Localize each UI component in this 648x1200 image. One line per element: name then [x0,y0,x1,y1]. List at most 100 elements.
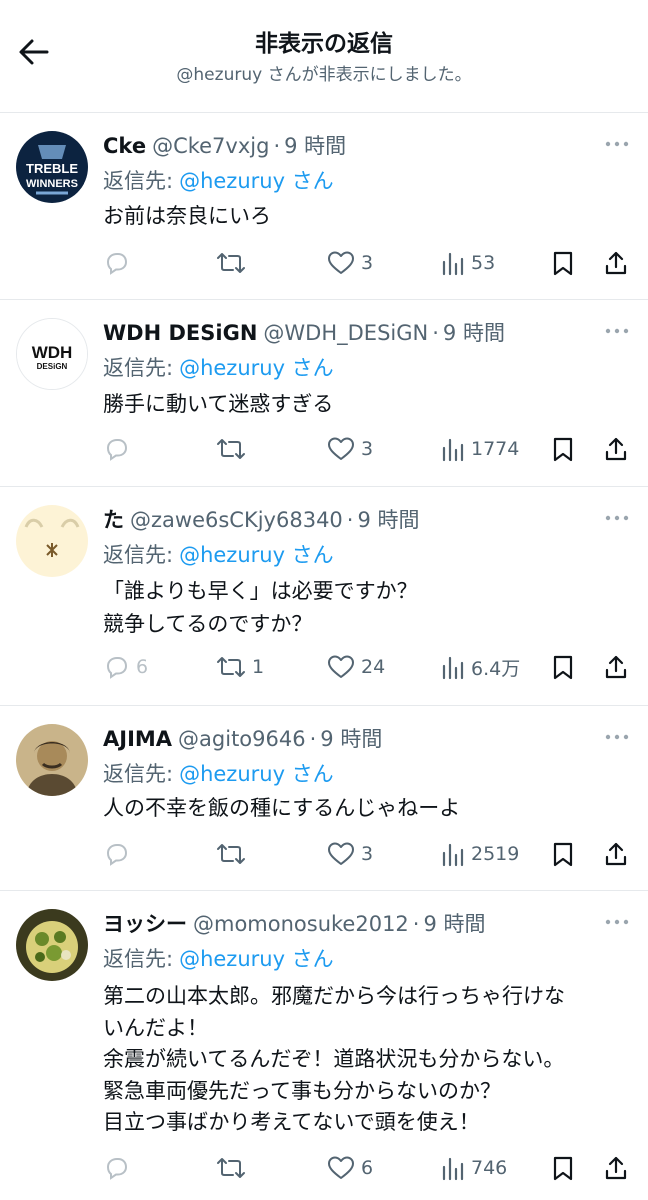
tweet[interactable]: た @zawe6sCKjy68340 · 9 時間 返信先: @hezuruy さん 「… [0,487,648,706]
views-chart-icon [442,656,464,680]
retweet-button[interactable] [216,839,252,869]
tweet-text-line: 競争してるのですか？ [103,612,313,636]
reply-to-label: 返信先: [103,947,174,971]
bookmark-button[interactable] [552,434,574,464]
retweet-icon [217,253,245,273]
tweet[interactable]: AJIMA @agito9646 · 9 時間 返信先: @hezuruy さん 人の不… [0,706,648,891]
bookmark-button[interactable] [552,652,574,682]
reply-to-mention[interactable]: @hezuruy さん [179,169,334,193]
more-options-icon[interactable] [604,139,630,149]
retweet-icon [217,1158,245,1178]
views-chart-icon [442,252,464,276]
timestamp[interactable]: 9 時間 [443,321,505,345]
views-button[interactable]: 6.4万 [441,652,520,682]
share-button[interactable] [604,434,628,464]
reply-icon [106,657,128,679]
tweet-header: Cke @Cke7vxjg · 9 時間 [103,130,346,160]
bookmark-icon [553,1156,573,1181]
share-button[interactable] [604,248,628,278]
reply-to-mention[interactable]: @hezuruy さん [179,356,334,380]
reply-button[interactable] [104,1153,136,1183]
separator-dot: · [432,321,439,345]
view-count: 53 [471,252,496,274]
avatar[interactable] [16,724,88,796]
separator-dot: · [309,727,317,751]
page-subtitle: @hezuruy さんが非表示にしました。 [176,65,472,85]
tweet-actions: 3 53 [0,248,648,278]
reply-icon [106,253,128,275]
handle[interactable]: @agito9646 [178,727,306,751]
bookmark-button[interactable] [552,248,574,278]
tweet[interactable]: ヨッシー @momonosuke2012 · 9 時間 返信先: @hezuruy さん… [0,891,648,1200]
reply-button[interactable] [104,839,136,869]
more-options-icon[interactable] [604,917,630,927]
reply-to-mention[interactable]: @hezuruy さん [179,543,334,567]
reply-button[interactable] [104,434,136,464]
bookmark-icon [553,655,573,680]
reply-to-label: 返信先: [103,356,174,380]
tweet-header: AJIMA @agito9646 · 9 時間 [103,723,382,753]
more-options-icon[interactable] [604,732,630,742]
like-button[interactable]: 3 [327,839,373,869]
handle[interactable]: @WDH_DESiGN [263,321,428,345]
retweet-icon [217,657,245,677]
heart-icon [328,437,354,460]
tweet[interactable]: WDH DESiGN WDH DESiGN @WDH_DESiGN · 9 時間 返信… [0,300,648,487]
reply-button[interactable] [104,248,136,278]
views-button[interactable]: 2519 [441,839,519,869]
timestamp[interactable]: 9 時間 [423,912,485,936]
reply-button[interactable]: 6 [104,652,148,682]
retweet-button[interactable] [216,1153,252,1183]
reply-to-mention[interactable]: @hezuruy さん [179,762,334,786]
avatar-text-2: WINNERS [26,178,78,190]
tweet[interactable]: TREBLE WINNERS Cke @Cke7vxjg · 9 時間 返信先: @he… [0,113,648,300]
more-options-icon[interactable] [604,513,630,523]
display-name[interactable]: AJIMA [103,727,172,751]
timestamp[interactable]: 9 時間 [357,508,419,532]
timestamp[interactable]: 9 時間 [284,134,346,158]
reply-icon [106,844,128,866]
share-button[interactable] [604,839,628,869]
handle[interactable]: @Cke7vxjg [152,134,269,158]
retweet-button[interactable] [216,434,252,464]
retweet-button[interactable]: 1 [216,652,264,682]
share-icon [605,842,627,866]
display-name[interactable]: た [103,508,124,532]
reply-icon [106,1158,128,1180]
bookmark-button[interactable] [552,1153,574,1183]
avatar[interactable]: TREBLE WINNERS [16,131,88,203]
like-button[interactable]: 3 [327,248,373,278]
avatar[interactable] [16,505,88,577]
retweet-icon [217,844,245,864]
display-name[interactable]: Cke [103,134,146,158]
tweet-text-line: 「誰よりも早く」は必要ですか？ [103,579,418,603]
display-name[interactable]: WDH DESiGN [103,321,257,345]
avatar[interactable]: WDH DESiGN [16,318,88,390]
view-count: 6.4万 [471,657,521,680]
share-icon [605,1156,627,1180]
display-name[interactable]: ヨッシー [103,912,187,936]
timestamp[interactable]: 9 時間 [320,727,382,751]
retweet-button[interactable] [216,248,252,278]
tweet-actions: 3 2519 [0,839,648,869]
views-button[interactable]: 1774 [441,434,519,464]
views-button[interactable]: 53 [441,248,495,278]
header: 非表示の返信 @hezuruy さんが非表示にしました。 [0,0,648,113]
bookmark-button[interactable] [552,839,574,869]
share-button[interactable] [604,1153,628,1183]
avatar[interactable] [16,909,88,981]
like-button[interactable]: 24 [327,652,385,682]
tweet-text-line: いんだよ！ [103,1015,208,1040]
avatar-text-2: DESiGN [37,362,68,371]
more-options-icon[interactable] [604,326,630,336]
share-button[interactable] [604,652,628,682]
like-button[interactable]: 3 [327,434,373,464]
handle[interactable]: @zawe6sCKjy68340 [130,508,343,532]
views-chart-icon [442,438,464,462]
share-icon [605,437,627,461]
like-button[interactable]: 6 [327,1153,373,1183]
reply-to-label: 返信先: [103,543,174,567]
handle[interactable]: @momonosuke2012 [193,912,409,936]
views-button[interactable]: 746 [441,1153,507,1183]
reply-to-mention[interactable]: @hezuruy さん [179,947,334,971]
